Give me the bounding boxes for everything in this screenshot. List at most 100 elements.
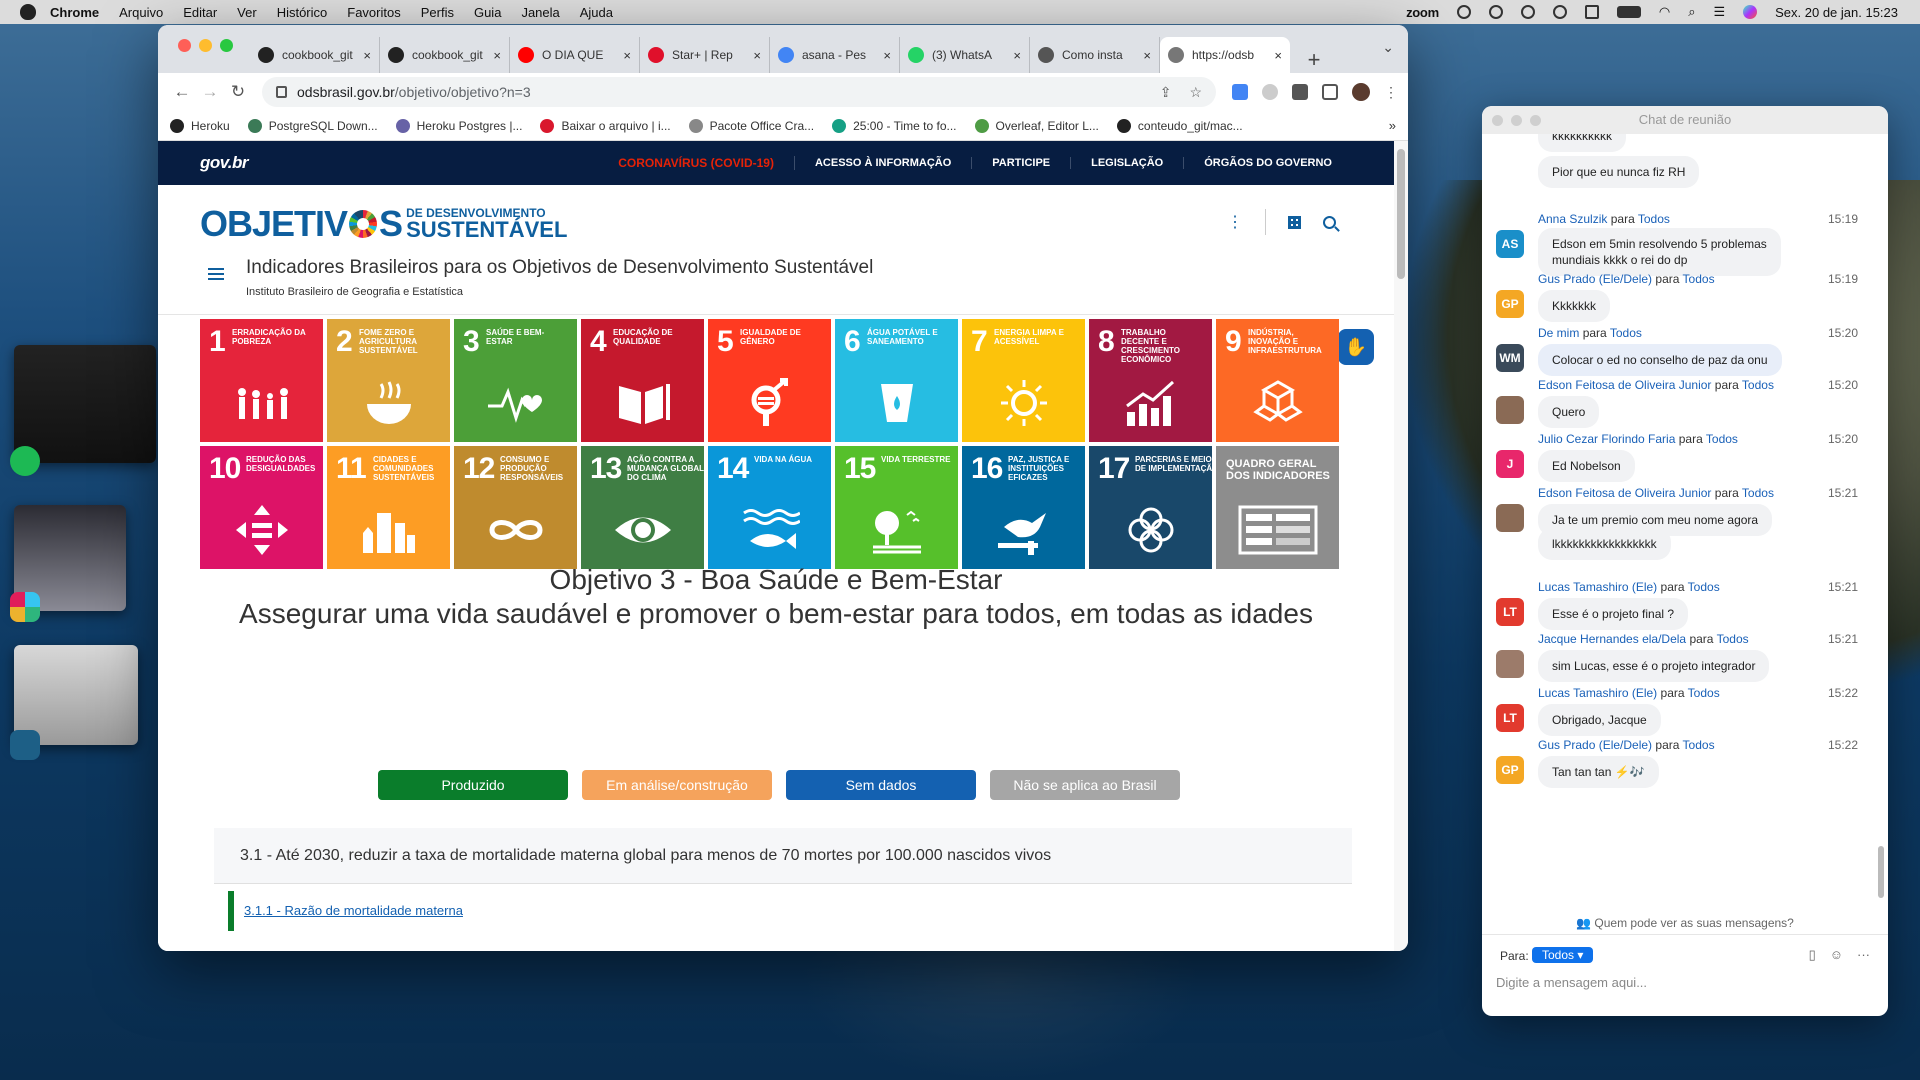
- recipient-name[interactable]: Todos: [1742, 378, 1774, 392]
- apps-grid-icon[interactable]: [1288, 215, 1301, 229]
- sdg-goal-tile-17[interactable]: 17 PARCERIAS E MEIOS DE IMPLEMENTAÇÃO: [1089, 446, 1212, 569]
- recipient-name[interactable]: Todos: [1683, 738, 1715, 752]
- chat-input[interactable]: Digite a mensagem aqui...: [1496, 975, 1647, 990]
- privacy-link[interactable]: 👥 Quem pode ver as suas mensagens?: [1482, 916, 1888, 930]
- sender-name[interactable]: Edson Feitosa de Oliveira Junior: [1538, 378, 1711, 392]
- sync-extension-icon[interactable]: [1262, 84, 1278, 100]
- profile-avatar[interactable]: [1352, 83, 1370, 101]
- translate-extension-icon[interactable]: [1232, 84, 1248, 100]
- hamburger-menu-icon[interactable]: [208, 265, 224, 283]
- menubar-datetime[interactable]: Sex. 20 de jan. 15:23: [1775, 5, 1898, 20]
- avatar[interactable]: AS: [1496, 230, 1524, 258]
- recipient-name[interactable]: Todos: [1706, 432, 1738, 446]
- search-icon[interactable]: ⌕: [1688, 4, 1695, 20]
- status-button[interactable]: Em análise/construção: [582, 770, 772, 800]
- sender-name[interactable]: Gus Prado (Ele/Dele): [1538, 272, 1652, 286]
- avatar[interactable]: [1496, 504, 1524, 532]
- sender-name[interactable]: Edson Feitosa de Oliveira Junior: [1538, 486, 1711, 500]
- menu-app-name[interactable]: Chrome: [50, 5, 99, 20]
- menu-item[interactable]: Favoritos: [347, 5, 400, 20]
- sidepanel-icon[interactable]: [1322, 84, 1338, 100]
- bookmark-star-icon[interactable]: ☆: [1189, 84, 1202, 101]
- avatar[interactable]: LT: [1496, 598, 1524, 626]
- menu-item[interactable]: Histórico: [277, 5, 328, 20]
- browser-tab[interactable]: O DIA QUE ×: [510, 37, 640, 73]
- browser-tab[interactable]: cookbook_git ×: [380, 37, 510, 73]
- new-tab-button[interactable]: +: [1302, 47, 1326, 73]
- page-scrollbar[interactable]: [1394, 141, 1408, 951]
- bookmark-item[interactable]: conteudo_git/mac...: [1116, 118, 1243, 133]
- reload-icon[interactable]: ↻: [224, 82, 252, 102]
- avatar[interactable]: GP: [1496, 290, 1524, 318]
- bookmark-item[interactable]: Baixar o arquivo | i...: [540, 118, 671, 133]
- wifi-icon[interactable]: ◠: [1659, 4, 1670, 20]
- menu-item[interactable]: Ver: [237, 5, 257, 20]
- sdg-goal-tile-5[interactable]: 5 IGUALDADE DE GÊNERO: [708, 319, 831, 442]
- maximize-window-button[interactable]: [1530, 115, 1541, 126]
- lock-icon[interactable]: [276, 86, 287, 98]
- gov-nav-link[interactable]: ACESSO À INFORMAÇÃO: [795, 157, 973, 169]
- search-icon[interactable]: [1323, 215, 1336, 229]
- close-tab-icon[interactable]: ×: [623, 48, 631, 63]
- sdg-goal-tile-11[interactable]: 11 CIDADES E COMUNIDADES SUSTENTÁVEIS: [327, 446, 450, 569]
- sdg-goal-tile-6[interactable]: 6 ÁGUA POTÁVEL E SANEAMENTO: [835, 319, 958, 442]
- close-tab-icon[interactable]: ×: [363, 48, 371, 63]
- chat-scrollbar[interactable]: [1878, 846, 1884, 898]
- bookmark-item[interactable]: Overleaf, Editor L...: [974, 118, 1099, 133]
- emoji-icon[interactable]: ☺: [1830, 947, 1843, 963]
- bookmark-item[interactable]: Pacote Office Cra...: [688, 118, 814, 133]
- avatar[interactable]: WM: [1496, 344, 1524, 372]
- ods-logo[interactable]: OBJETIV S DE DESENVOLVIMENTO SUSTENTÁVEL: [200, 203, 567, 245]
- sdg-goal-tile-3[interactable]: 3 SAÚDE E BEM-ESTAR: [454, 319, 577, 442]
- menu-item[interactable]: Editar: [183, 5, 217, 20]
- zoom-status-item[interactable]: zoom: [1406, 5, 1439, 20]
- extensions-puzzle-icon[interactable]: [1292, 84, 1308, 100]
- tab-search-chevron-icon[interactable]: ⌄: [1382, 39, 1394, 56]
- sender-name[interactable]: Julio Cezar Florindo Faria: [1538, 432, 1675, 446]
- more-icon[interactable]: ···: [1857, 947, 1870, 963]
- refresh-status-icon[interactable]: [1520, 5, 1535, 19]
- sdg-goal-tile-overview[interactable]: QUADRO GERAL DOS INDICADORES: [1216, 446, 1339, 569]
- bookmarks-overflow-icon[interactable]: »: [1389, 118, 1396, 133]
- spotify-icon[interactable]: [10, 446, 40, 476]
- gov-nav-link[interactable]: LEGISLAÇÃO: [1071, 157, 1185, 169]
- browser-tab[interactable]: (3) WhatsA ×: [900, 37, 1030, 73]
- recipient-name[interactable]: Todos: [1688, 686, 1720, 700]
- status-button[interactable]: Produzido: [378, 770, 568, 800]
- status-button[interactable]: Sem dados: [786, 770, 976, 800]
- window-thumbnail-spotify[interactable]: [14, 345, 156, 463]
- minimize-window-button[interactable]: [199, 39, 212, 52]
- avatar[interactable]: [1496, 396, 1524, 424]
- browser-tab[interactable]: cookbook_git ×: [250, 37, 380, 73]
- close-tab-icon[interactable]: ×: [1274, 48, 1282, 63]
- minimize-window-button[interactable]: [1511, 115, 1522, 126]
- bookmark-item[interactable]: 25:00 - Time to fo...: [832, 118, 957, 133]
- vlibras-accessibility-icon[interactable]: ✋: [1338, 329, 1374, 365]
- avatar[interactable]: GP: [1496, 756, 1524, 784]
- recipient-name[interactable]: Todos: [1638, 212, 1670, 226]
- sender-name[interactable]: De mim: [1538, 326, 1579, 340]
- sender-name[interactable]: Jacque Hernandes ela/Dela: [1538, 632, 1686, 646]
- browser-tab[interactable]: Star+ | Rep ×: [640, 37, 770, 73]
- sdg-goal-tile-9[interactable]: 9 INDÚSTRIA, INOVAÇÃO E INFRAESTRUTURA: [1216, 319, 1339, 442]
- sdg-goal-tile-14[interactable]: 14 VIDA NA ÁGUA: [708, 446, 831, 569]
- sender-name[interactable]: Anna Szulzik: [1538, 212, 1607, 226]
- browser-tab[interactable]: https://odsb ×: [1160, 37, 1290, 73]
- maximize-window-button[interactable]: [220, 39, 233, 52]
- menu-item[interactable]: Arquivo: [119, 5, 163, 20]
- menu-item[interactable]: Janela: [521, 5, 559, 20]
- indicator-link[interactable]: 3.1.1 - Razão de mortalidade materna: [228, 891, 463, 931]
- gear-status-icon[interactable]: [1488, 5, 1503, 19]
- avatar[interactable]: [1496, 650, 1524, 678]
- display-status-icon[interactable]: [1584, 5, 1599, 19]
- address-bar[interactable]: odsbrasil.gov.br/objetivo/objetivo?n=3 ⇪…: [262, 77, 1216, 107]
- sdg-goal-tile-1[interactable]: 1 ERRADICAÇÃO DA POBREZA: [200, 319, 323, 442]
- menu-item[interactable]: Ajuda: [580, 5, 613, 20]
- bookmark-item[interactable]: Heroku Postgres |...: [395, 118, 522, 133]
- close-tab-icon[interactable]: ×: [493, 48, 501, 63]
- recipient-name[interactable]: Todos: [1610, 326, 1642, 340]
- close-window-button[interactable]: [178, 39, 191, 52]
- back-icon[interactable]: ←: [168, 82, 196, 102]
- close-window-button[interactable]: [1492, 115, 1503, 126]
- sdg-goal-tile-13[interactable]: 13 AÇÃO CONTRA A MUDANÇA GLOBAL DO CLIMA: [581, 446, 704, 569]
